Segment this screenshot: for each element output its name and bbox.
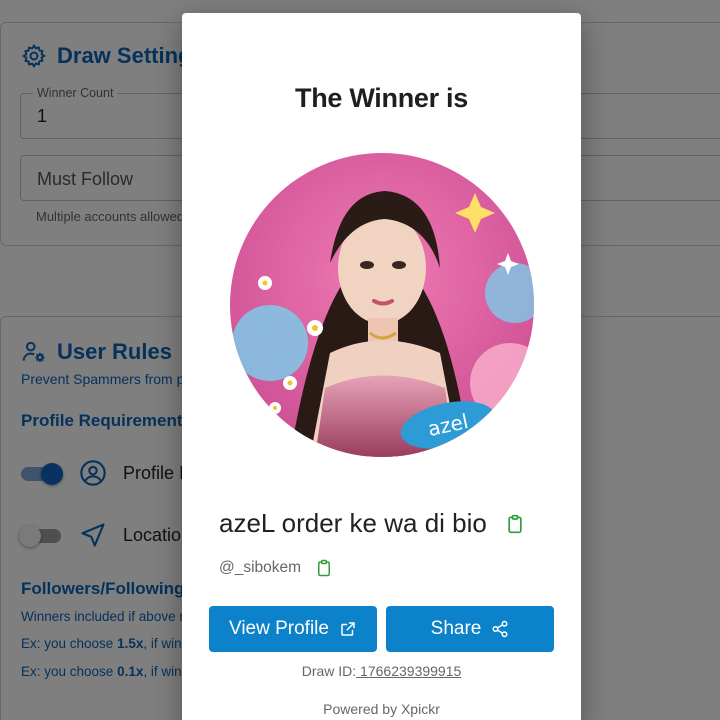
modal-title: The Winner is: [295, 83, 468, 113]
clipboard-icon[interactable]: [315, 559, 333, 577]
winner-name: azeL order ke wa di bio: [219, 508, 487, 538]
share-button[interactable]: Share: [386, 606, 554, 652]
winner-modal: The Winner is azel azeL order ke wa di b…: [182, 13, 581, 720]
winner-handle-row: @_sibokem: [219, 559, 333, 577]
avatar-illustration: azel: [230, 153, 534, 457]
clipboard-icon[interactable]: [505, 514, 525, 534]
powered-by: Powered by Xpickr: [323, 701, 440, 717]
share-icon: [492, 620, 508, 638]
winner-name-row: azeL order ke wa di bio: [219, 508, 525, 539]
draw-id: Draw ID: 1766239399915: [182, 663, 581, 679]
share-label: Share: [430, 618, 482, 639]
draw-id-link[interactable]: 1766239399915: [356, 663, 461, 679]
winner-handle: @_sibokem: [219, 559, 302, 576]
view-profile-label: View Profile: [229, 618, 329, 639]
draw-id-label: Draw ID:: [301, 663, 357, 679]
winner-avatar[interactable]: azel: [230, 153, 534, 457]
external-link-icon: [341, 622, 355, 636]
view-profile-button[interactable]: View Profile: [209, 606, 377, 652]
